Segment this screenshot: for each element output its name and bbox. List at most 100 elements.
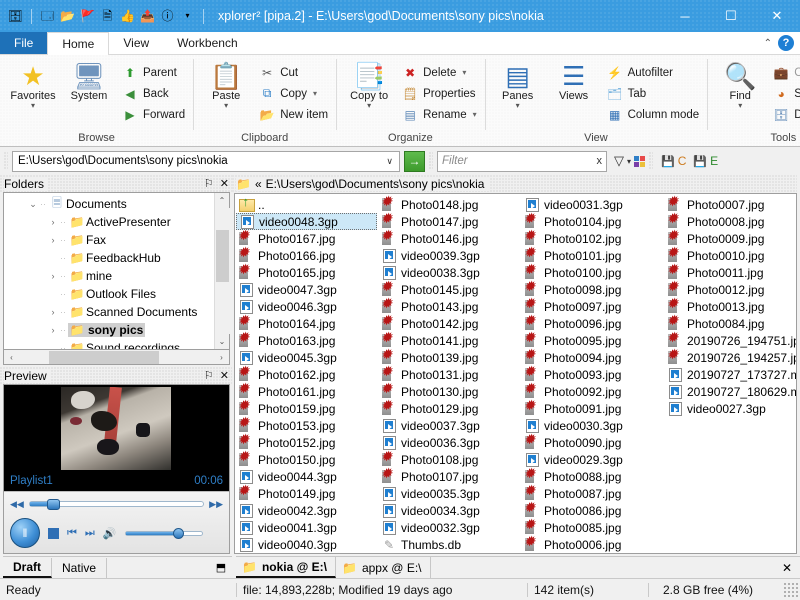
list-item[interactable]: 20190727_180629.mp4 xyxy=(665,383,796,400)
window-resize-grip[interactable] xyxy=(784,582,798,597)
tree-node-sony-pics[interactable]: › ·· 📁 sony pics xyxy=(4,321,214,339)
folders-pin-icon[interactable]: ⚐ xyxy=(201,177,217,190)
list-item[interactable]: 20190726_194751.jpg xyxy=(665,330,797,349)
list-item[interactable]: Photo0162.jpg xyxy=(236,364,379,383)
list-item[interactable]: Photo0095.jpg xyxy=(522,330,665,349)
rewind-icon[interactable]: ◀◀ xyxy=(10,499,24,510)
help-icon[interactable]: ⓘ xyxy=(159,8,176,25)
paste-button[interactable]: 📋 Paste ▾ xyxy=(198,60,254,110)
list-item[interactable]: Photo0129.jpg xyxy=(379,398,522,417)
next-button[interactable]: ⏭ xyxy=(85,527,95,540)
list-item[interactable]: video0046.3gp xyxy=(236,298,379,315)
tree-node-feedbackhub[interactable]: ·· 📁 FeedbackHub xyxy=(4,249,214,267)
folder-tab-nokia[interactable]: 📁 nokia @ E:\ xyxy=(236,557,336,578)
tab-native[interactable]: Native xyxy=(52,557,108,578)
list-item[interactable]: video0042.3gp xyxy=(236,502,379,519)
copy-caret-icon[interactable]: ▾ xyxy=(313,89,317,98)
list-item[interactable]: Photo0006.jpg xyxy=(522,534,665,553)
copy-button[interactable]: ⧉ Copy ▾ xyxy=(256,84,331,103)
address-input[interactable]: E:\Users\god\Documents\sony pics\nokia ∨ xyxy=(12,150,400,172)
list-item[interactable]: Photo0097.jpg xyxy=(522,296,665,315)
export-folder-icon[interactable]: 📤 xyxy=(139,8,156,25)
scroll-up-icon[interactable]: ⌃ xyxy=(215,193,230,208)
filter-input[interactable]: Filter x xyxy=(437,150,607,172)
list-item[interactable]: Photo0164.jpg xyxy=(236,313,379,332)
dock-panel-icon[interactable]: ⬒ xyxy=(210,561,232,574)
list-item[interactable]: video0048.3gp xyxy=(236,213,377,230)
column-mode-button[interactable]: ▦ Column mode xyxy=(604,105,703,124)
list-item[interactable]: 20190726_194257.jpg xyxy=(665,347,797,366)
list-item[interactable]: Photo0008.jpg xyxy=(665,211,796,230)
list-item[interactable]: Photo0107.jpg xyxy=(379,466,522,485)
vscroll-thumb[interactable] xyxy=(215,230,229,282)
list-item[interactable]: Photo0130.jpg xyxy=(379,381,522,400)
tree-node-mine[interactable]: › ·· 📁 mine xyxy=(4,267,214,285)
expander-icon[interactable]: › xyxy=(46,325,60,335)
list-item[interactable]: Photo0143.jpg xyxy=(379,296,522,315)
cut-button[interactable]: ✂ Cut xyxy=(256,63,331,82)
find-button[interactable]: 🔍 Find ▾ xyxy=(712,60,768,110)
folder-tree-vscrollbar[interactable]: ⌃ ⌄ xyxy=(214,193,230,349)
list-item[interactable]: video0034.3gp xyxy=(379,502,522,519)
go-button[interactable]: → xyxy=(404,150,425,172)
vscroll-track[interactable] xyxy=(214,208,230,334)
stats-button[interactable]: ◕ Stats xyxy=(770,84,800,103)
volume-knob[interactable] xyxy=(173,527,185,539)
close-tab-button[interactable]: ✕ xyxy=(774,561,800,575)
forward-button[interactable]: ▶ Forward xyxy=(119,105,188,124)
list-item[interactable]: Photo0139.jpg xyxy=(379,347,522,366)
toolbar-grip[interactable] xyxy=(4,152,8,170)
flag-icon[interactable]: 🚩 xyxy=(79,8,96,25)
drive-button-e[interactable]: 💾 E xyxy=(693,154,718,168)
paste-caret-icon[interactable]: ▾ xyxy=(224,102,228,110)
list-item[interactable]: Photo0010.jpg xyxy=(665,245,796,264)
delete-caret-icon[interactable]: ▾ xyxy=(462,68,466,77)
hscroll-track[interactable] xyxy=(19,350,214,364)
list-item[interactable]: Photo0100.jpg xyxy=(522,262,665,281)
list-item[interactable]: Photo0153.jpg xyxy=(236,415,379,434)
list-item[interactable]: ✎ Thumbs.db xyxy=(379,536,522,553)
thumbs-up-icon[interactable]: 👍 xyxy=(119,8,136,25)
tree-node-fax[interactable]: › ·· 📁 Fax xyxy=(4,231,214,249)
maximize-button[interactable]: ☐ xyxy=(708,0,754,32)
list-item[interactable]: video0038.3gp xyxy=(379,264,522,281)
list-item[interactable]: Photo0101.jpg xyxy=(522,245,665,264)
folder-tree-hscrollbar[interactable]: ‹ › xyxy=(3,350,230,365)
list-item[interactable]: Photo0007.jpg xyxy=(665,194,796,213)
list-item[interactable]: Photo0087.jpg xyxy=(522,483,665,502)
list-item[interactable]: Photo0148.jpg xyxy=(379,194,522,213)
drives-grip[interactable] xyxy=(649,152,654,170)
new-item-button[interactable]: 📂 New item xyxy=(256,105,331,124)
list-item[interactable]: Photo0094.jpg xyxy=(522,347,665,366)
preview-pin-icon[interactable]: ⚐ xyxy=(201,369,217,382)
tab-file[interactable]: File xyxy=(0,32,48,54)
preview-close-icon[interactable]: ✕ xyxy=(217,369,232,382)
list-item[interactable]: video0044.3gp xyxy=(236,468,379,485)
autofilter-button[interactable]: ⚡ Autofilter xyxy=(604,63,703,82)
collapse-ribbon-icon[interactable]: ⌃ xyxy=(764,38,772,49)
tab-home[interactable]: Home xyxy=(47,32,110,55)
list-item[interactable]: video0045.3gp xyxy=(236,349,379,366)
list-item[interactable]: Photo0142.jpg xyxy=(379,313,522,332)
list-item[interactable]: 20190727_173727.mp4 xyxy=(665,366,796,383)
drive-button-c[interactable]: 💾 C xyxy=(661,154,686,168)
seek-knob[interactable] xyxy=(47,499,61,510)
views-button[interactable]: ☰ Views xyxy=(546,60,602,102)
duplicates-button[interactable]: 🗄 Duplicates xyxy=(770,105,800,124)
favorites-button[interactable]: ★ Favorites ▾ xyxy=(5,60,61,110)
list-item[interactable]: Photo0167.jpg xyxy=(236,228,379,247)
previous-button[interactable]: ⏮ xyxy=(67,527,77,540)
fastforward-icon[interactable]: ▶▶ xyxy=(209,499,223,510)
list-item[interactable]: Photo0009.jpg xyxy=(665,228,796,247)
list-item[interactable]: Photo0165.jpg xyxy=(236,262,379,281)
volume-slider[interactable] xyxy=(124,527,203,539)
ribbon-help-icon[interactable]: ? xyxy=(778,35,794,51)
list-item[interactable]: Photo0096.jpg xyxy=(522,313,665,332)
find-caret-icon[interactable]: ▾ xyxy=(738,102,742,110)
folder-tab-appx[interactable]: 📁 appx @ E:\ xyxy=(336,557,431,578)
list-item[interactable]: Photo0159.jpg xyxy=(236,398,379,417)
swatch-grid-icon[interactable] xyxy=(634,155,646,167)
list-item[interactable]: Photo0013.jpg xyxy=(665,296,796,315)
tree-node-documents[interactable]: ⌄ ·· 🗏 Documents xyxy=(4,195,214,213)
filter-clear-icon[interactable]: x xyxy=(597,155,603,167)
